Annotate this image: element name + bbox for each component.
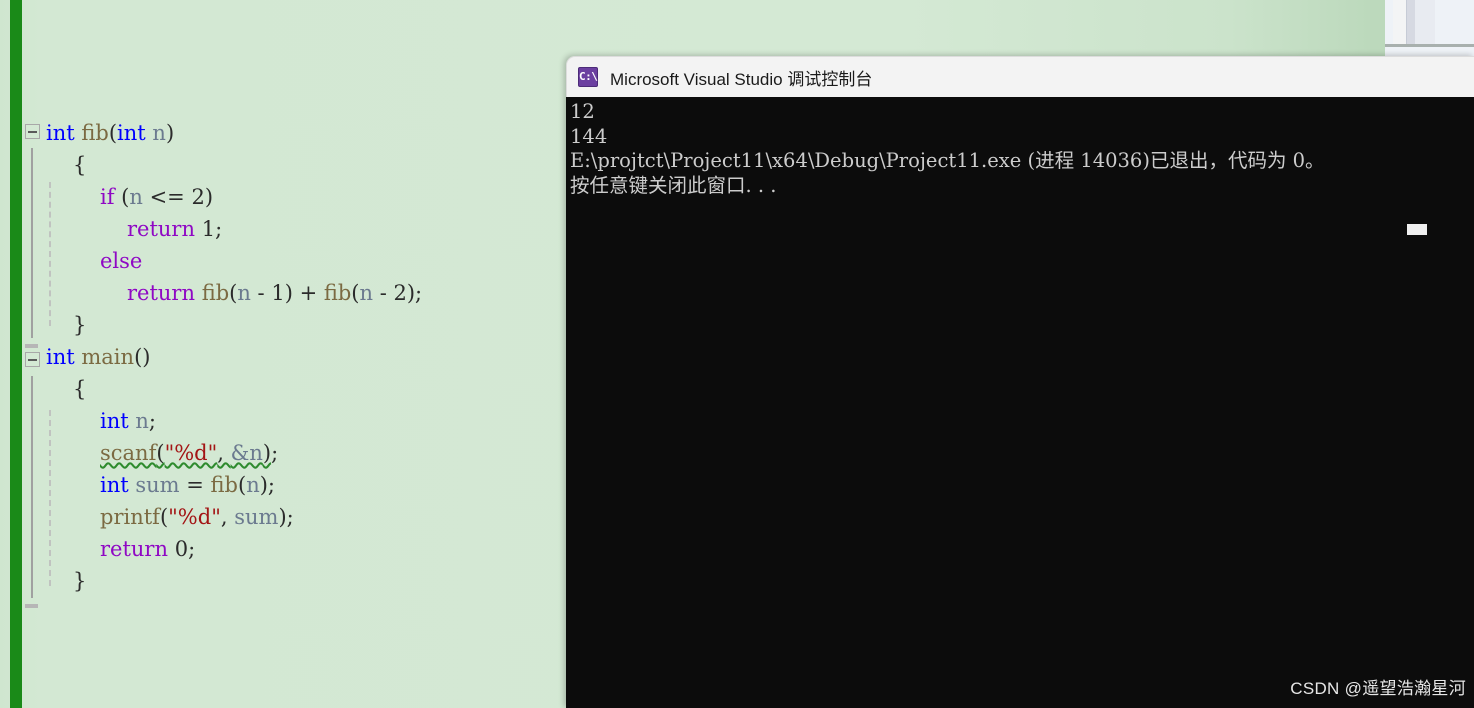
console-output-line: 12 — [570, 100, 595, 123]
code-line[interactable]: { — [73, 373, 86, 405]
code-token: - — [373, 281, 394, 305]
code-token: ; — [215, 217, 223, 241]
code-token: return — [100, 537, 168, 561]
code-token: ( — [114, 185, 130, 209]
code-token: &n — [230, 441, 263, 465]
code-token: ) — [165, 121, 175, 145]
console-titlebar[interactable]: C:\ Microsoft Visual Studio 调试控制台 — [566, 56, 1474, 97]
csdn-watermark: CSDN @遥望浩瀚星河 — [1290, 679, 1466, 698]
code-token: } — [73, 569, 87, 593]
code-token: } — [73, 313, 87, 337]
code-token: () — [134, 345, 151, 369]
code-line[interactable]: printf("%d", sum); — [100, 501, 294, 533]
code-token: - — [250, 281, 272, 305]
code-token: 2 — [393, 281, 407, 305]
code-token: fib — [201, 281, 230, 305]
code-token: ) — [262, 441, 272, 465]
code-token: ) + — [284, 281, 324, 305]
code-token: ; — [271, 441, 279, 465]
code-token: { — [73, 377, 87, 401]
code-token: scanf — [100, 441, 157, 465]
code-token: int — [100, 473, 129, 497]
code-line[interactable]: return 1; — [127, 213, 222, 245]
code-token: n — [152, 121, 166, 145]
code-line[interactable]: else — [100, 245, 142, 277]
code-line[interactable]: return 0; — [100, 533, 195, 565]
code-token: n — [237, 281, 251, 305]
code-token: if — [100, 185, 115, 209]
code-token: ( — [238, 473, 247, 497]
code-line[interactable]: return fib(n - 1) + fib(n - 2); — [127, 277, 422, 309]
code-token: fib — [81, 121, 109, 145]
code-token: printf — [100, 505, 160, 529]
code-token: "%d" — [168, 505, 221, 529]
code-token: sum — [135, 473, 180, 497]
code-line[interactable]: int sum = fib(n); — [100, 469, 275, 501]
code-token: ( — [108, 121, 118, 145]
code-line[interactable]: } — [73, 565, 86, 597]
code-line[interactable]: scanf("%d", &n); — [100, 437, 278, 469]
console-output-text: 12 144 E:\projtct\Project11\x64\Debug\Proj… — [570, 100, 1325, 198]
console-output-line: E:\projtct\Project11\x64\Debug\Project11… — [570, 149, 1325, 172]
code-line[interactable]: int main() — [46, 341, 150, 373]
console-output-line: 144 — [570, 124, 608, 148]
code-token: n — [246, 473, 260, 497]
code-token: else — [100, 249, 143, 273]
code-token: n — [135, 409, 149, 433]
code-token: ); — [278, 505, 294, 529]
console-output-line: 按任意键关闭此窗口. . . — [570, 173, 777, 197]
code-token: { — [73, 153, 87, 177]
code-token: 1 — [201, 217, 216, 241]
code-token: 0 — [174, 537, 189, 561]
code-token: int — [46, 121, 75, 145]
code-token: ) — [204, 185, 214, 209]
code-line[interactable]: { — [73, 149, 86, 181]
code-line[interactable]: int fib(int n) — [46, 117, 174, 149]
console-output-area[interactable]: 12 144 E:\projtct\Project11\x64\Debug\Proj… — [566, 97, 1474, 708]
code-token: "%d" — [164, 441, 218, 465]
console-text-cursor — [1407, 224, 1427, 235]
code-token: ; — [148, 409, 156, 433]
code-token: <= — [142, 185, 192, 209]
code-token: int — [117, 121, 146, 145]
code-token: int — [100, 409, 129, 433]
code-token: 2 — [191, 185, 205, 209]
code-token: 1 — [271, 281, 285, 305]
code-line[interactable]: } — [73, 309, 86, 341]
code-token: = — [179, 473, 211, 497]
code-token: , — [217, 441, 231, 465]
code-token: n — [359, 281, 374, 305]
code-token: return — [127, 217, 195, 241]
console-title-label: Microsoft Visual Studio 调试控制台 — [610, 69, 873, 89]
code-token: int — [46, 345, 75, 369]
code-line[interactable]: int n; — [100, 405, 156, 437]
code-token: n — [129, 185, 143, 209]
code-token: fib — [323, 281, 352, 305]
code-token: ( — [159, 505, 169, 529]
code-line[interactable]: if (n <= 2) — [100, 181, 213, 213]
code-token: ); — [259, 473, 276, 497]
code-token: return — [127, 281, 195, 305]
code-token: ; — [188, 537, 196, 561]
code-token: , — [220, 505, 235, 529]
code-token: ( — [351, 281, 360, 305]
code-token: sum — [234, 505, 279, 529]
code-token: ); — [406, 281, 423, 305]
code-token: fib — [210, 473, 238, 497]
console-cmd-icon: C:\ — [578, 67, 598, 87]
code-token: ( — [156, 441, 165, 465]
code-token: main — [81, 345, 135, 369]
debug-console-window[interactable]: C:\ Microsoft Visual Studio 调试控制台 12 144 E… — [566, 56, 1474, 708]
